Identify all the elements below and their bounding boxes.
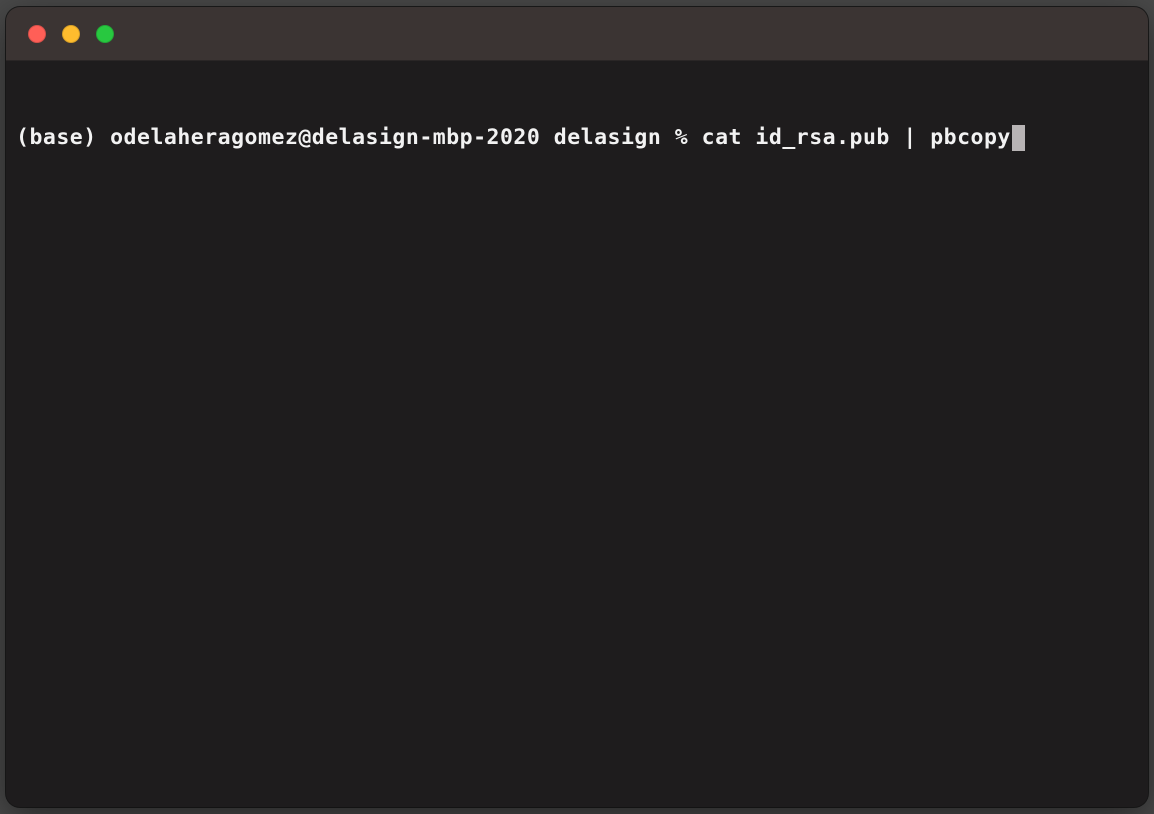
command-input-text[interactable]: cat id_rsa.pub | pbcopy <box>702 123 1011 153</box>
terminal-body[interactable]: (base) odelaheragomez@delasign-mbp-2020 … <box>6 71 1148 807</box>
cursor-icon <box>1012 125 1025 151</box>
minimize-icon[interactable] <box>62 25 80 43</box>
window-controls <box>28 25 114 43</box>
terminal-line: (base) odelaheragomez@delasign-mbp-2020 … <box>16 123 1138 153</box>
shell-prompt: (base) odelaheragomez@delasign-mbp-2020 … <box>16 123 702 153</box>
maximize-icon[interactable] <box>96 25 114 43</box>
window-titlebar[interactable] <box>6 7 1148 61</box>
terminal-window: (base) odelaheragomez@delasign-mbp-2020 … <box>6 7 1148 807</box>
tab-bar <box>6 61 1148 71</box>
close-icon[interactable] <box>28 25 46 43</box>
